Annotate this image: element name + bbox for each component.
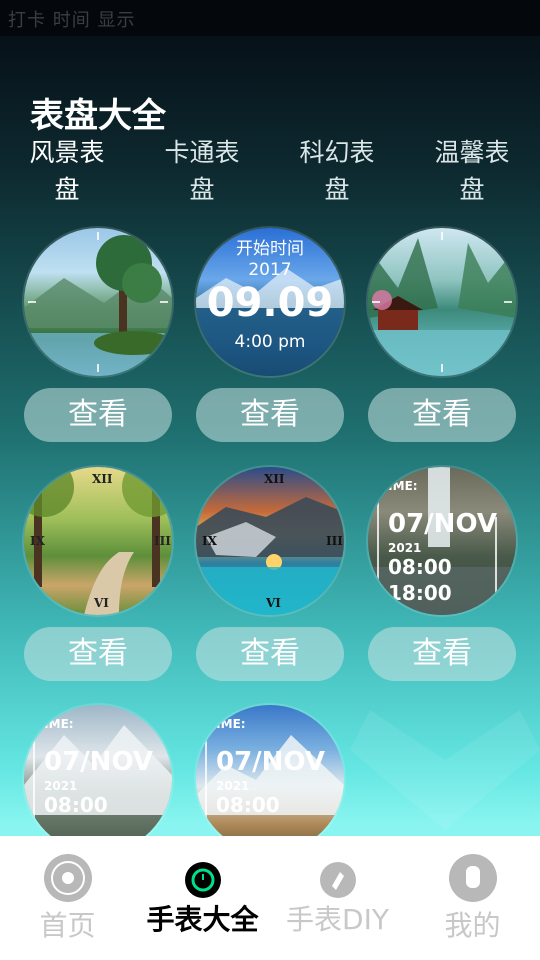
category-tabs: 风景表 盘 卡通表 盘 科幻表 盘 温馨表 盘 [0, 134, 540, 214]
digital-lake-dial[interactable]: 开始时间 2017 09.09 4:00 pm [196, 228, 344, 376]
dial-card: TIME: 07/NOV 2021 08:00 18:00 查看 [368, 467, 516, 681]
dial-time-2: 18:00 [388, 581, 452, 605]
view-button[interactable]: 查看 [368, 627, 516, 681]
dial-scene-graphic [368, 232, 516, 376]
dial-scene-graphic [24, 232, 172, 376]
dial-top-text: 开始时间 [236, 239, 304, 259]
diy-icon [319, 862, 356, 898]
lake-tree-dial[interactable] [24, 228, 172, 376]
island-sunset-dial[interactable]: XII III VI IX [196, 467, 344, 615]
tab-scenery[interactable]: 风景表 盘 [12, 134, 122, 208]
dial-year: 2017 [248, 260, 292, 280]
tab-label: 科幻表 [299, 138, 375, 167]
dial-card: 查看 [368, 228, 516, 442]
dial-scene-graphic: XII III VI IX [196, 472, 344, 615]
dial-year: 2021 [44, 779, 78, 793]
view-button[interactable]: 查看 [196, 627, 344, 681]
status-bar: 打卡 时间 显示 [0, 0, 540, 36]
view-button[interactable]: 查看 [368, 388, 516, 442]
nav-home[interactable]: 首页 [0, 836, 135, 960]
bottom-navigation: 首页 手表大全 手表DIY 我的 [0, 836, 540, 960]
mountain-date-dial-2[interactable]: TIME: 07/NOV 2021 08:00 [196, 705, 344, 853]
dial-time-label: TIME: [208, 717, 246, 731]
dial-time: 08:00 [388, 555, 452, 579]
dial-subtime: 4:00 pm [234, 332, 306, 352]
dial-card: TIME: 07/NOV 2021 08:00 [24, 705, 172, 853]
svg-text:IX: IX [30, 534, 46, 548]
dial-time: 08:00 [44, 793, 108, 817]
view-button[interactable]: 查看 [196, 388, 344, 442]
dial-card: 开始时间 2017 09.09 4:00 pm 查看 [196, 228, 344, 442]
nav-label: 首页 [39, 909, 96, 942]
dial-time: 08:00 [216, 793, 280, 817]
nav-label: 手表DIY [286, 903, 389, 936]
dial-card: TIME: 07/NOV 2021 08:00 [196, 705, 344, 853]
dial-time-label: TIME: [36, 717, 74, 731]
forest-path-dial[interactable]: XII III VI IX [24, 467, 172, 615]
dial-time-label: TIME: [380, 479, 418, 493]
tab-label-wrap: 盘 [459, 175, 485, 204]
svg-text:VI: VI [265, 596, 281, 610]
svg-text:III: III [154, 534, 171, 548]
nav-profile[interactable]: 我的 [405, 836, 540, 960]
view-button[interactable]: 查看 [24, 627, 172, 681]
waterfall-date-dial[interactable]: TIME: 07/NOV 2021 08:00 18:00 [368, 467, 516, 615]
page-title: 表盘大全 [30, 96, 166, 136]
svg-text:IX: IX [202, 534, 218, 548]
dial-time: 09.09 [206, 280, 334, 326]
dial-date: 07/NOV [44, 747, 153, 777]
river-pavilion-dial[interactable] [368, 228, 516, 376]
nav-label: 我的 [444, 909, 501, 942]
dial-year: 2021 [216, 779, 250, 793]
status-left-text: 打卡 时间 显示 [8, 10, 136, 31]
view-button[interactable]: 查看 [24, 388, 172, 442]
tab-label-wrap: 盘 [189, 175, 215, 204]
tab-cozy[interactable]: 温馨表 盘 [417, 134, 527, 208]
svg-text:XII: XII [264, 472, 285, 486]
watch-icon [184, 862, 221, 898]
svg-text:VI: VI [93, 596, 109, 610]
home-icon [43, 854, 92, 902]
profile-icon [448, 854, 497, 902]
dial-year: 2021 [388, 541, 422, 555]
tab-scifi[interactable]: 科幻表 盘 [282, 134, 392, 208]
svg-text:XII: XII [92, 472, 113, 486]
tab-label: 风景表 [29, 138, 105, 167]
dial-scene-graphic: XII III VI IX [24, 467, 172, 615]
tab-label-wrap: 盘 [54, 175, 80, 204]
dial-card: XII III VI IX 查看 [24, 467, 172, 681]
dial-card: XII III VI IX 查看 [196, 467, 344, 681]
background-decoration [350, 710, 540, 830]
nav-watch-collection[interactable]: 手表大全 [135, 836, 270, 960]
dial-date: 07/NOV [216, 747, 325, 777]
nav-watch-diy[interactable]: 手表DIY [270, 836, 405, 960]
dial-date: 07/NOV [388, 509, 497, 539]
tab-cartoon[interactable]: 卡通表 盘 [147, 134, 257, 208]
tab-label: 卡通表 [164, 138, 240, 167]
nav-label: 手表大全 [146, 903, 259, 936]
tab-label-wrap: 盘 [324, 175, 350, 204]
svg-text:III: III [326, 534, 343, 548]
dial-card: 查看 [24, 228, 172, 442]
tab-label: 温馨表 [434, 138, 510, 167]
mountain-date-dial-1[interactable]: TIME: 07/NOV 2021 08:00 [24, 705, 172, 853]
